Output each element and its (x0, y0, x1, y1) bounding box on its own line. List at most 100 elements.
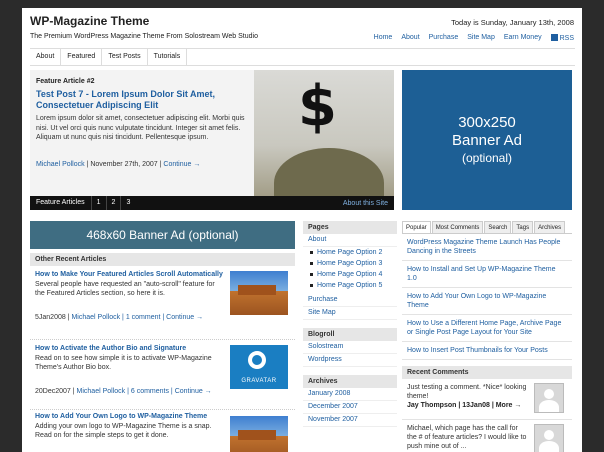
recent-comments-header: Recent Comments (402, 366, 572, 379)
feature-image[interactable]: $ (254, 70, 394, 196)
feature-page-3[interactable]: 3 (120, 196, 135, 210)
tab-popular[interactable]: Popular (402, 221, 431, 233)
banner-ad-468x60[interactable]: 468x60 Banner Ad (optional) (30, 221, 295, 249)
comment-text: Michael, which page has the call for the… (407, 425, 527, 450)
about-site-link[interactable]: About this Site (337, 200, 394, 207)
sidebar-tabs: Popular Most Comments Search Tags Archiv… (402, 221, 572, 234)
site-tagline: The Premium WordPress Magazine Theme Fro… (30, 33, 258, 40)
feature-author-link[interactable]: Michael Pollock (36, 161, 85, 168)
post-title-link[interactable]: How to Make Your Featured Articles Scrol… (35, 270, 225, 279)
post-continue-link[interactable]: Continue → (166, 314, 203, 321)
tab-archives[interactable]: Archives (534, 221, 566, 233)
post-excerpt: Read on to see how simple it is to activ… (35, 355, 212, 371)
comment-author[interactable]: Jay Thompson | 13Jan08 | More → (407, 402, 521, 409)
rss-label: RSS (559, 35, 574, 42)
popular-link[interactable]: How to Install and Set Up WP-Magazine Th… (402, 261, 572, 288)
blogroll-header: Blogroll (303, 328, 397, 341)
post-thumbnail[interactable] (230, 271, 288, 315)
post-author-link[interactable]: Michael Pollock (77, 388, 126, 395)
banner300-line2: Banner Ad (451, 132, 523, 149)
feature-page-1[interactable]: 1 (90, 196, 106, 210)
archive-jan-2008[interactable]: January 2008 (303, 388, 397, 401)
topnav-home[interactable]: Home (374, 34, 393, 42)
hill-shape (274, 148, 384, 196)
gravatar-logo-icon (248, 351, 266, 369)
pages-home-option-4[interactable]: Home Page Option 4 (303, 269, 397, 280)
popular-link[interactable]: How to Insert Post Thumbnails for Your P… (402, 342, 572, 360)
mesa-shape (238, 285, 276, 295)
avatar (534, 383, 564, 413)
topnav-purchase[interactable]: Purchase (429, 34, 459, 42)
feature-date: | November 27th, 2007 | (84, 161, 164, 168)
pages-about[interactable]: About (303, 234, 397, 247)
post-continue-link[interactable]: Continue → (175, 388, 212, 395)
rss-icon (550, 34, 558, 41)
topnav-rss[interactable]: RSS (550, 34, 574, 42)
site-title[interactable]: WP-Magazine Theme (30, 14, 149, 28)
archive-nov-2007[interactable]: November 2007 (303, 414, 397, 427)
avatar-head-icon (544, 389, 554, 399)
mainnav-featured[interactable]: Featured (61, 49, 103, 65)
topnav-sitemap[interactable]: Site Map (467, 34, 495, 42)
banner300-line3: (optional) (461, 151, 513, 165)
blogroll-solostream[interactable]: Solostream (303, 341, 397, 354)
archive-dec-2007[interactable]: December 2007 (303, 401, 397, 414)
comment-text: Just testing a comment. *Nice* looking t… (407, 383, 527, 410)
tab-tags[interactable]: Tags (512, 221, 534, 233)
mainnav-test-posts[interactable]: Test Posts (102, 49, 148, 65)
post-comments-link[interactable]: | 6 comments | (125, 388, 175, 395)
recent-articles-header: Other Recent Articles (30, 253, 295, 266)
gravatar-thumbnail[interactable]: GRAVATAR (230, 345, 288, 389)
list-item: How to Add Your Own Logo to WP-Magazine … (30, 412, 295, 452)
date-display: Today is Sunday, January 13th, 2008 (451, 18, 574, 27)
pages-home-option-5[interactable]: Home Page Option 5 (303, 280, 397, 291)
post-meta: 20Dec2007 | Michael Pollock | 6 comments… (35, 388, 235, 395)
popular-link[interactable]: How to Use a Different Home Page, Archiv… (402, 315, 572, 342)
avatar-body-icon (539, 400, 559, 412)
mainnav-about[interactable]: About (30, 49, 62, 65)
pages-sitemap[interactable]: Site Map (303, 307, 397, 320)
tab-search[interactable]: Search (484, 221, 512, 233)
banner300-line1: 300x250 (458, 114, 516, 131)
avatar-body-icon (539, 441, 559, 452)
mainnav-tutorials[interactable]: Tutorials (148, 49, 188, 65)
dollar-sign-icon: $ (298, 74, 337, 139)
tab-most-comments[interactable]: Most Comments (431, 221, 484, 233)
pages-home-option-3[interactable]: Home Page Option 3 (303, 258, 397, 269)
page: WP-Magazine Theme The Premium WordPress … (22, 8, 582, 452)
avatar-head-icon (544, 430, 554, 440)
featured-article: Feature Article #2 Test Post 7 - Lorem I… (30, 70, 394, 210)
blogroll-wordpress[interactable]: Wordpress (303, 354, 397, 367)
feature-title[interactable]: Test Post 7 - Lorem Ipsum Dolor Sit Amet… (36, 89, 246, 111)
feature-page-2[interactable]: 2 (105, 196, 121, 210)
gravatar-label: GRAVATAR (241, 378, 277, 384)
right-sidebar: Popular Most Comments Search Tags Archiv… (402, 221, 572, 452)
feature-continue-link[interactable]: Continue → (163, 161, 200, 168)
middle-sidebar: Pages About Home Page Option 2 Home Page… (303, 221, 397, 427)
topnav-about[interactable]: About (401, 34, 419, 42)
pages-purchase[interactable]: Purchase (303, 294, 397, 307)
list-item: Michael, which page has the call for the… (402, 420, 572, 452)
post-thumbnail[interactable] (230, 416, 288, 452)
popular-link[interactable]: How to Add Your Own Logo to WP-Magazine … (402, 288, 572, 315)
post-author-link[interactable]: Michael Pollock (71, 314, 120, 321)
post-meta: 5Jan2008 | Michael Pollock | 1 comment |… (35, 314, 235, 321)
feature-bar-label: Feature Articles (36, 199, 85, 206)
comment-body: Just testing a comment. *Nice* looking t… (407, 384, 527, 400)
list-item: Just testing a comment. *Nice* looking t… (402, 379, 572, 420)
banner-ad-300x250[interactable]: 300x250 Banner Ad (optional) (402, 70, 572, 210)
topnav-earn-money[interactable]: Earn Money (504, 34, 542, 42)
main-nav: About Featured Test Posts Tutorials (30, 48, 575, 66)
mesa-shape (238, 430, 276, 440)
list-item: How to Activate the Author Bio and Signa… (30, 344, 295, 404)
divider (30, 339, 295, 340)
popular-link[interactable]: WordPress Magazine Theme Launch Has Peop… (402, 234, 572, 261)
post-title-link[interactable]: How to Add Your Own Logo to WP-Magazine … (35, 412, 225, 421)
post-date: 20Dec2007 | (35, 388, 77, 395)
post-comments-link[interactable]: | 1 comment | (120, 314, 166, 321)
post-title-link[interactable]: How to Activate the Author Bio and Signa… (35, 344, 225, 353)
feature-kicker: Feature Article #2 (36, 78, 95, 85)
pages-home-option-2[interactable]: Home Page Option 2 (303, 247, 397, 258)
top-nav: Home About Purchase Site Map Earn Money … (374, 34, 574, 42)
post-excerpt: Several people have requested an "auto-s… (35, 281, 215, 297)
